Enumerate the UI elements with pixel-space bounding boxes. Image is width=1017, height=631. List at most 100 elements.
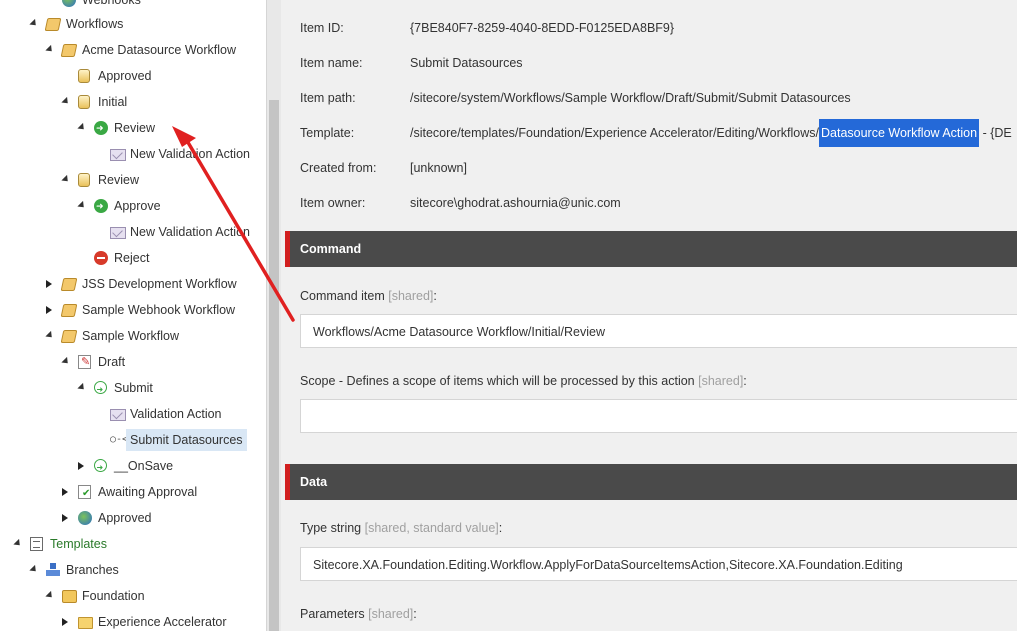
tree-scrollbar[interactable] <box>266 0 281 631</box>
workflow-icon <box>60 330 78 343</box>
tree-node[interactable]: New Validation Action <box>0 143 266 165</box>
tree-node-label: Experience Accelerator <box>98 615 227 629</box>
expand-toggle-icon[interactable] <box>62 488 68 496</box>
collapse-toggle-icon[interactable] <box>13 538 23 549</box>
workflow-action-icon <box>110 409 126 421</box>
data-section-header[interactable]: Data <box>285 464 1017 500</box>
collapse-toggle-icon[interactable] <box>29 18 39 29</box>
tree-node-label: Approved <box>98 69 152 83</box>
expand-toggle-icon[interactable] <box>46 306 52 314</box>
tree-node[interactable]: Branches <box>0 559 266 581</box>
tree-node-label: Validation Action <box>130 407 222 421</box>
command-item-label: Command item [shared]: <box>300 289 437 303</box>
tree-node-label: Reject <box>114 251 150 265</box>
command-item-input[interactable]: Workflows/Acme Datasource Workflow/Initi… <box>300 314 1017 348</box>
expand-toggle-icon[interactable] <box>46 280 52 288</box>
scope-shared-tag: [shared] <box>698 374 744 388</box>
tree-node-label: Review <box>98 173 139 187</box>
command-section-title: Command <box>300 242 362 256</box>
tree-node[interactable]: Experience Accelerator <box>0 611 266 631</box>
tree-node[interactable]: Sample Workflow <box>0 325 266 347</box>
collapse-toggle-icon[interactable] <box>45 590 55 601</box>
reject-icon <box>94 251 108 265</box>
template-value: /sitecore/templates/Foundation/Experienc… <box>410 119 1012 147</box>
tree-node-label: Submit Datasources <box>126 429 247 451</box>
expand-toggle-icon[interactable] <box>62 514 68 522</box>
foundation-folder-icon <box>62 590 77 603</box>
connector-icon <box>110 429 128 451</box>
workflow-icon <box>60 278 78 291</box>
tree-node[interactable]: Workflows <box>0 13 266 35</box>
workflow-state-icon <box>78 69 90 83</box>
expand-toggle-icon[interactable] <box>78 462 84 470</box>
tree-node[interactable]: Acme Datasource Workflow <box>0 39 266 61</box>
tree-node[interactable]: Templates <box>0 533 266 555</box>
command-item-shared-tag: [shared] <box>388 289 434 303</box>
item-path-value: /sitecore/system/Workflows/Sample Workfl… <box>410 91 851 105</box>
tree-node[interactable]: Review <box>0 169 266 191</box>
command-section-header[interactable]: Command <box>285 231 1017 267</box>
collapse-toggle-icon[interactable] <box>77 200 87 211</box>
globe-icon <box>78 511 92 525</box>
workflow-icon <box>60 44 78 57</box>
tree-node-label: Foundation <box>82 589 145 603</box>
collapse-toggle-icon[interactable] <box>77 122 87 133</box>
collapse-toggle-icon[interactable] <box>61 96 71 107</box>
tree-node-label: New Validation Action <box>130 225 250 239</box>
workflow-command-outline-icon <box>94 457 107 479</box>
tree-node-label: Awaiting Approval <box>98 485 198 499</box>
collapse-toggle-icon[interactable] <box>29 564 39 575</box>
tree-node[interactable]: Approved <box>0 65 266 87</box>
tree-node-label: Templates <box>50 537 107 551</box>
parameters-label-text: Parameters <box>300 607 365 621</box>
tree-node[interactable]: Awaiting Approval <box>0 481 266 505</box>
tree-node[interactable]: Sample Webhook Workflow <box>0 299 266 321</box>
tree-node-label: Acme Datasource Workflow <box>82 43 236 57</box>
tree-node-label: Submit <box>114 381 153 395</box>
collapse-toggle-icon[interactable] <box>77 382 87 393</box>
parameters-colon: : <box>413 607 417 621</box>
scope-colon: : <box>743 374 747 388</box>
collapse-toggle-icon[interactable] <box>61 174 71 185</box>
type-string-label-text: Type string <box>300 521 362 535</box>
tree-node-label: Branches <box>66 563 119 577</box>
tree-node[interactable]: New Validation Action <box>0 221 266 243</box>
workflow-action-icon <box>110 149 126 161</box>
content-tree[interactable]: Webhooks Workflows Acme Datasource Workflo… <box>0 0 266 631</box>
tree-node[interactable]: Validation Action <box>0 403 266 425</box>
tree-node-label: Review <box>114 121 155 135</box>
tree-node[interactable]: JSS Development Workflow <box>0 273 266 295</box>
collapse-toggle-icon[interactable] <box>61 356 71 367</box>
tree-node[interactable]: __OnSave <box>0 455 266 479</box>
workflows-folder-icon <box>44 18 62 31</box>
workflow-icon <box>60 304 78 317</box>
tree-node[interactable]: Approved <box>0 507 266 529</box>
tree-node[interactable]: Approve <box>0 195 266 218</box>
globe-icon <box>62 0 76 7</box>
collapse-toggle-icon[interactable] <box>45 330 55 341</box>
tree-node[interactable]: Initial <box>0 91 266 113</box>
tree-node[interactable]: Reject <box>0 247 266 269</box>
tree-node[interactable]: Webhooks <box>0 0 266 11</box>
branches-icon <box>46 563 60 577</box>
template-id-suffix: - {DE <box>979 126 1012 140</box>
collapse-toggle-icon[interactable] <box>45 44 55 55</box>
tree-node[interactable]: Submit <box>0 377 266 401</box>
tree-node[interactable]: Foundation <box>0 585 266 607</box>
item-id-label: Item ID: <box>300 21 344 35</box>
workflow-command-icon <box>94 118 108 140</box>
workflow-state-icon <box>78 173 90 187</box>
template-name-highlight[interactable]: Datasource Workflow Action <box>819 119 980 147</box>
template-path-link[interactable]: /sitecore/templates/Foundation/Experienc… <box>410 126 819 140</box>
tree-node-label: Approved <box>98 511 152 525</box>
created-from-value: [unknown] <box>410 161 467 175</box>
expand-toggle-icon[interactable] <box>62 618 68 626</box>
scope-label-text: Scope - Defines a scope of items which w… <box>300 374 695 388</box>
draft-icon <box>78 351 91 373</box>
scope-input[interactable] <box>300 399 1017 433</box>
tree-scroll-thumb[interactable] <box>269 100 279 631</box>
tree-node[interactable]: Submit Datasources <box>0 429 266 451</box>
tree-node[interactable]: Draft <box>0 351 266 373</box>
tree-node[interactable]: Review <box>0 117 266 140</box>
type-string-input[interactable]: Sitecore.XA.Foundation.Editing.Workflow.… <box>300 547 1017 581</box>
